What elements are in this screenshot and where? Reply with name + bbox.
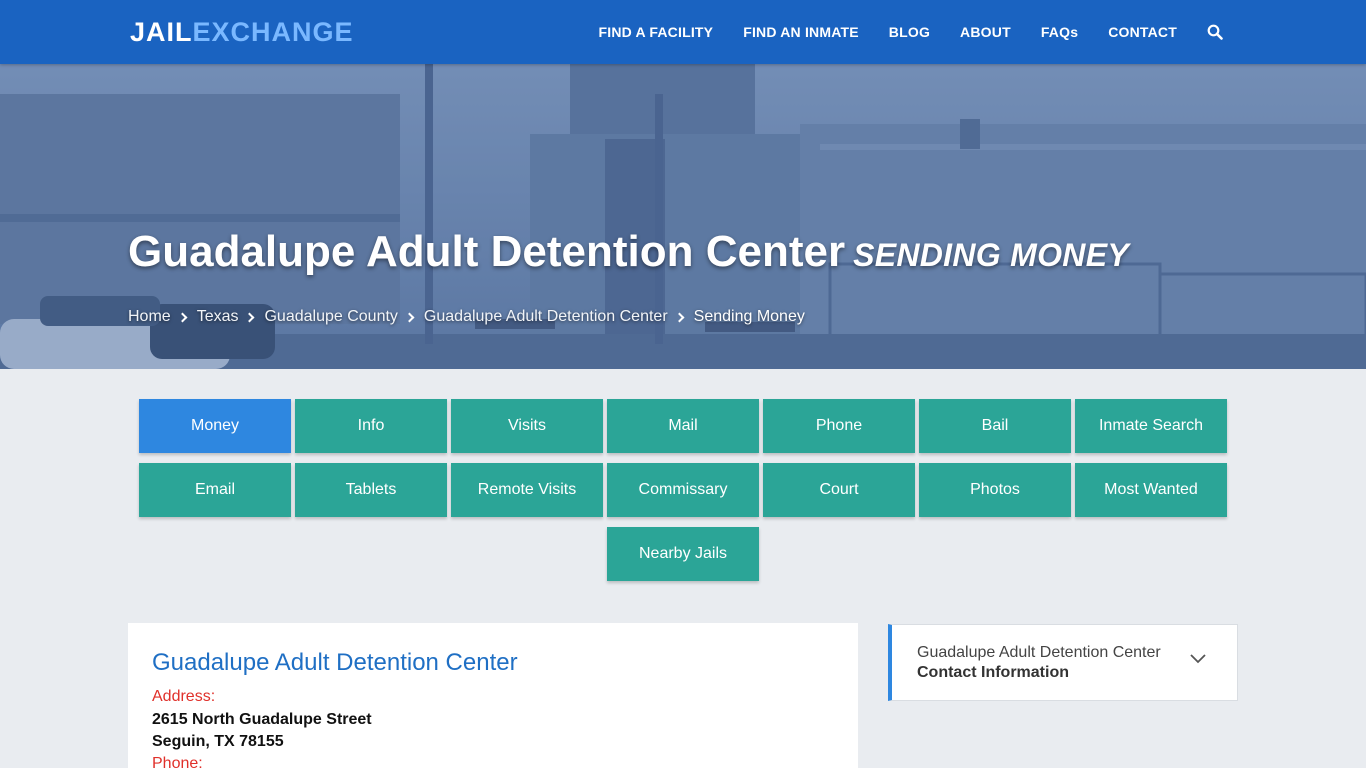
- category-row: Email Tablets Remote Visits Commissary C…: [139, 463, 1227, 517]
- address-label: Address:: [152, 688, 216, 705]
- accordion-subtitle: Contact Information: [917, 664, 1069, 681]
- category-money-button[interactable]: Money: [139, 399, 291, 453]
- category-most-wanted-button[interactable]: Most Wanted: [1075, 463, 1227, 517]
- category-bail-button[interactable]: Bail: [919, 399, 1071, 453]
- main-nav: FIND A FACILITY FIND AN INMATE BLOG ABOU…: [568, 0, 1223, 64]
- category-commissary-button[interactable]: Commissary: [607, 463, 759, 517]
- breadcrumb-texas[interactable]: Texas: [197, 308, 239, 326]
- chevron-down-icon[interactable]: [1189, 653, 1207, 665]
- category-email-button[interactable]: Email: [139, 463, 291, 517]
- category-row: Money Info Visits Mail Phone Bail Inmate…: [139, 399, 1227, 453]
- hero-banner: Guadalupe Adult Detention Center SENDING …: [0, 64, 1366, 369]
- category-court-button[interactable]: Court: [763, 463, 915, 517]
- breadcrumb-home[interactable]: Home: [128, 308, 171, 326]
- logo-text-jail: JAIL: [130, 17, 193, 47]
- chevron-right-icon: [245, 312, 255, 322]
- address-line-1: 2615 North Guadalupe Street: [152, 711, 372, 728]
- chevron-right-icon: [674, 312, 685, 322]
- page-title-subtitle: SENDING MONEY: [853, 237, 1129, 273]
- category-remote-visits-button[interactable]: Remote Visits: [451, 463, 603, 517]
- nav-about[interactable]: ABOUT: [960, 24, 1011, 40]
- nav-find-facility[interactable]: FIND A FACILITY: [598, 24, 713, 40]
- breadcrumb: Home Texas Guadalupe County Guadalupe Ad…: [128, 308, 805, 326]
- nav-contact[interactable]: CONTACT: [1108, 24, 1177, 40]
- phone-label: Phone:: [152, 755, 203, 768]
- page-title-main: Guadalupe Adult Detention Center: [128, 227, 846, 276]
- nav-blog[interactable]: BLOG: [889, 24, 930, 40]
- search-icon[interactable]: [1207, 24, 1223, 40]
- facility-name[interactable]: Guadalupe Adult Detention Center: [152, 649, 518, 677]
- category-row: Nearby Jails: [139, 527, 1227, 581]
- page-title: Guadalupe Adult Detention Center SENDING …: [128, 227, 1129, 277]
- category-mail-button[interactable]: Mail: [607, 399, 759, 453]
- nav-faqs[interactable]: FAQs: [1041, 24, 1078, 40]
- category-visits-button[interactable]: Visits: [451, 399, 603, 453]
- category-info-button[interactable]: Info: [295, 399, 447, 453]
- accordion-title: Guadalupe Adult Detention Center: [917, 644, 1161, 661]
- contact-info-accordion[interactable]: Guadalupe Adult Detention Center Contact…: [888, 624, 1238, 701]
- category-inmate-search-button[interactable]: Inmate Search: [1075, 399, 1227, 453]
- chevron-right-icon: [404, 312, 415, 322]
- breadcrumb-current: Sending Money: [693, 308, 805, 325]
- chevron-right-icon: [177, 312, 188, 322]
- site-logo[interactable]: JAILEXCHANGE: [130, 17, 354, 48]
- site-header: JAILEXCHANGE FIND A FACILITY FIND AN INM…: [0, 0, 1366, 64]
- category-phone-button[interactable]: Phone: [763, 399, 915, 453]
- category-photos-button[interactable]: Photos: [919, 463, 1071, 517]
- address-line-2: Seguin, TX 78155: [152, 733, 284, 750]
- facility-card: Guadalupe Adult Detention Center Address…: [128, 623, 858, 768]
- breadcrumb-county[interactable]: Guadalupe County: [264, 308, 397, 326]
- category-buttons: Money Info Visits Mail Phone Bail Inmate…: [139, 399, 1227, 591]
- category-tablets-button[interactable]: Tablets: [295, 463, 447, 517]
- nav-find-inmate[interactable]: FIND AN INMATE: [743, 24, 859, 40]
- logo-text-exchange: EXCHANGE: [192, 17, 354, 47]
- category-nearby-jails-button[interactable]: Nearby Jails: [607, 527, 759, 581]
- breadcrumb-facility[interactable]: Guadalupe Adult Detention Center: [424, 308, 668, 326]
